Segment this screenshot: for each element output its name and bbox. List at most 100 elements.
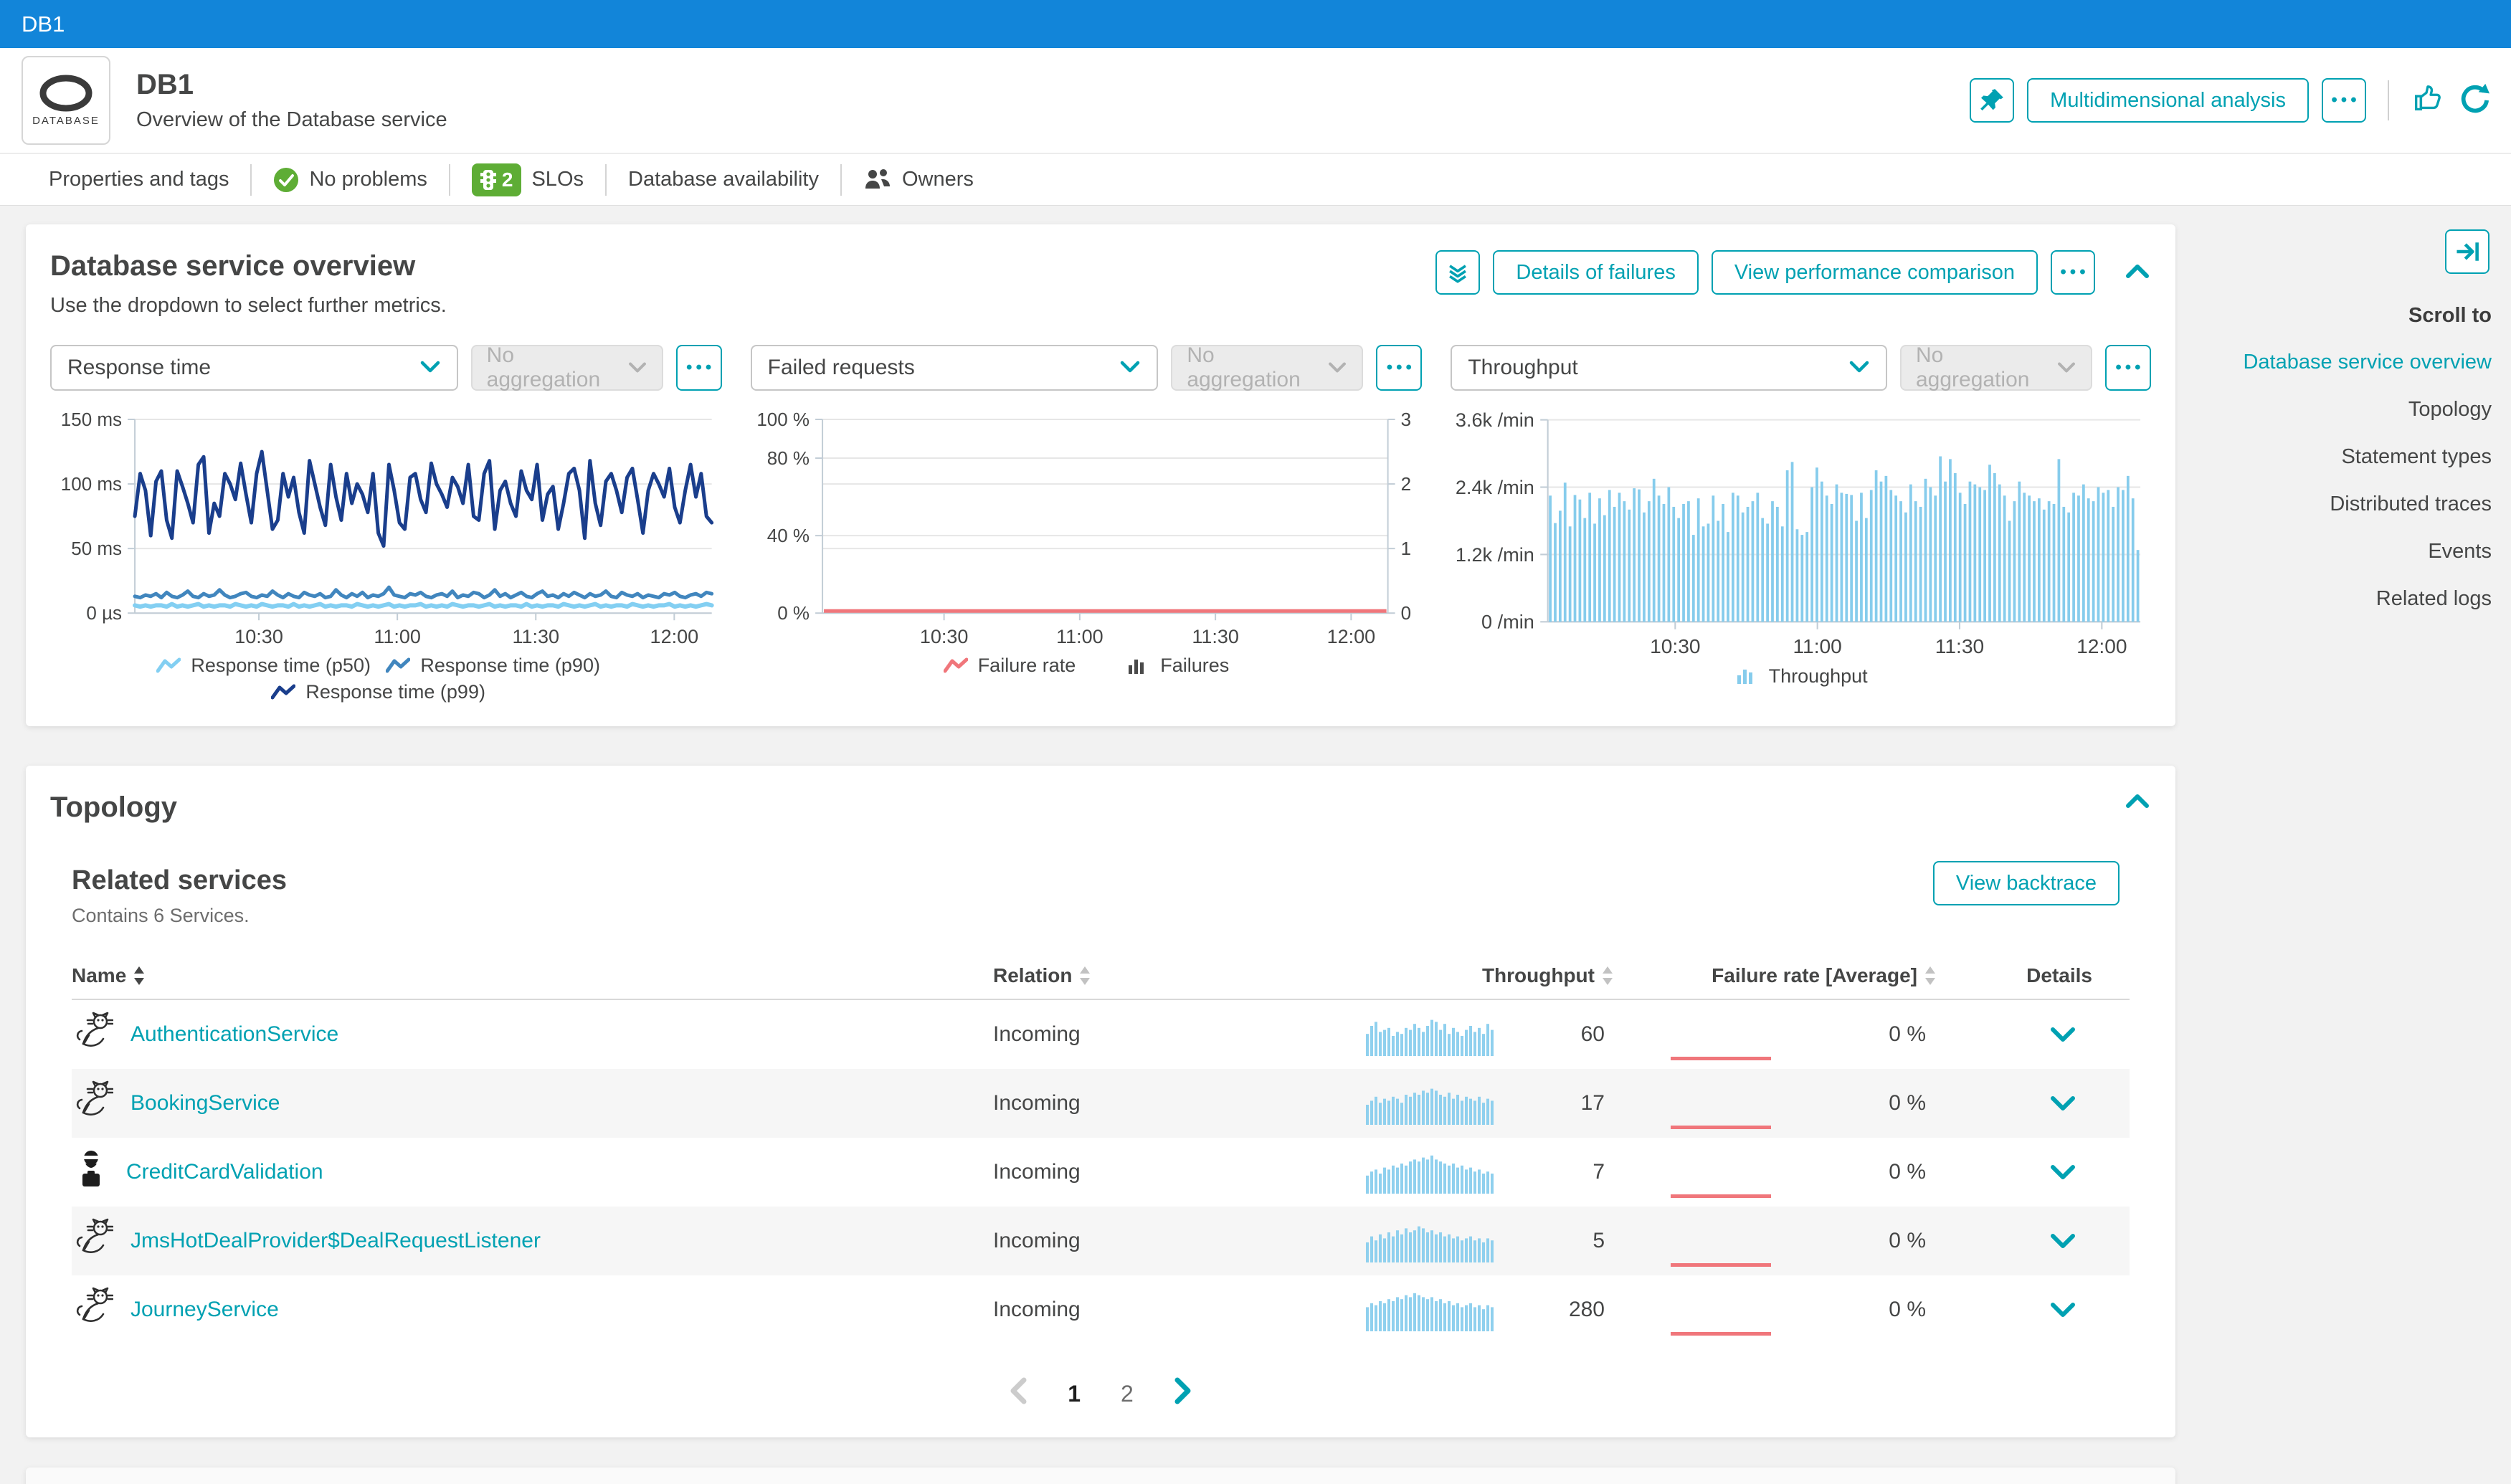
header-more-button[interactable]: ••• xyxy=(2322,78,2366,123)
legend-label: Failure rate xyxy=(977,655,1076,677)
aggregation-select-failed-requests: No aggregation xyxy=(1171,343,1364,391)
pin-button[interactable] xyxy=(1970,78,2015,123)
throughput-more-button[interactable]: ••• xyxy=(2104,345,2151,391)
service-name-link[interactable]: AuthenticationService xyxy=(130,1022,338,1047)
view-performance-comparison-button[interactable]: View performance comparison xyxy=(1711,250,2038,295)
details-of-failures-button[interactable]: Details of failures xyxy=(1493,250,1699,295)
collapse-sidenav-button[interactable] xyxy=(2445,229,2489,274)
service-name-cell: JmsHotDealProvider$DealRequestListener xyxy=(72,1218,993,1264)
tab-database-availability[interactable]: Database availability xyxy=(628,168,819,191)
throughput-legend: Throughput xyxy=(1451,665,2151,688)
table-row: JourneyService Incoming 280 0 % xyxy=(72,1275,2130,1344)
service-name-link[interactable]: BookingService xyxy=(130,1091,280,1116)
metric-select-response-time[interactable]: Response time xyxy=(50,345,458,391)
collapse-topology-button[interactable] xyxy=(2124,791,2151,814)
scroll-to-title: Scroll to xyxy=(2408,304,2492,327)
scroll-link-related-logs[interactable]: Related logs xyxy=(2224,587,2492,611)
svg-text:3: 3 xyxy=(1400,409,1410,430)
metric-select-value: Failed requests xyxy=(767,356,915,379)
service-name-link[interactable]: JmsHotDealProvider$DealRequestListener xyxy=(130,1229,541,1253)
service-icon xyxy=(73,1218,114,1264)
scroll-link-database-service-overview[interactable]: Database service overview xyxy=(2224,351,2492,374)
failed-requests-chart[interactable]: 100 % 80 % 40 % 0 % 3 2 1 0 10:30 11:00 11:30 12:00 xyxy=(751,409,1423,650)
metric-select-failed-requests[interactable]: Failed requests xyxy=(750,345,1159,391)
svg-text:100 ms: 100 ms xyxy=(61,473,122,495)
details-expand-button[interactable] xyxy=(1936,1095,2130,1111)
chevron-down-icon xyxy=(628,362,646,373)
like-button[interactable] xyxy=(2411,82,2444,119)
throughput-sparkline xyxy=(1366,1219,1502,1262)
service-name-link[interactable]: JourneyService xyxy=(130,1298,279,1322)
details-expand-button[interactable] xyxy=(1936,1027,2130,1042)
database-service-overview-card: Database service overview Use the dropdo… xyxy=(26,224,2175,726)
tab-properties-and-tags[interactable]: Properties and tags xyxy=(49,168,229,191)
legend-item[interactable]: Failures xyxy=(1126,655,1229,677)
tab-divider xyxy=(448,163,450,196)
legend-item[interactable]: Throughput xyxy=(1734,665,1868,688)
metric-select-value: Throughput xyxy=(1468,356,1578,379)
legend-item[interactable]: Response time (p50) xyxy=(156,655,386,677)
svg-text:2.4k /min: 2.4k /min xyxy=(1456,476,1534,498)
response-time-chart-column: Response time No aggregation ••• 150 ms 1… xyxy=(50,343,751,703)
svg-text:100 %: 100 % xyxy=(756,409,810,430)
pagination-page-2[interactable]: 2 xyxy=(1121,1381,1134,1407)
failed-requests-more-button[interactable]: ••• xyxy=(1376,345,1423,391)
column-header-relation[interactable]: Relation xyxy=(993,964,1366,987)
scroll-link-events[interactable]: Events xyxy=(2224,540,2492,563)
column-header-details: Details xyxy=(2026,964,2092,986)
response-time-chart[interactable]: 150 ms 100 ms 50 ms 0 µs 10:30 11:00 11:30 12:0… xyxy=(50,409,722,650)
pagination-next-button[interactable] xyxy=(1174,1377,1192,1410)
refresh-button[interactable] xyxy=(2457,82,2489,119)
failed-requests-legend: Failure rate Failures xyxy=(751,655,1423,677)
table-header-row: Name Relation Throughput Failure rate [A… xyxy=(72,953,2130,1000)
legend-line-icon xyxy=(943,657,968,673)
tab-problems[interactable]: No problems xyxy=(273,167,427,193)
aggregation-select-value: No aggregation xyxy=(1187,343,1301,391)
tab-label: Owners xyxy=(901,168,974,191)
collapse-overview-button[interactable] xyxy=(2124,262,2151,284)
layers-button[interactable] xyxy=(1435,250,1481,295)
view-backtrace-button[interactable]: View backtrace xyxy=(1932,861,2120,905)
legend-item[interactable]: Response time (p90) xyxy=(386,655,615,677)
metric-select-throughput[interactable]: Throughput xyxy=(1451,345,1887,391)
svg-text:12:00: 12:00 xyxy=(1326,626,1375,647)
failure-rate-cell: 0 % xyxy=(1613,1000,1936,1069)
pagination-prev-button[interactable] xyxy=(1009,1377,1027,1410)
header-divider xyxy=(2388,80,2389,120)
scroll-link-distributed-traces[interactable]: Distributed traces xyxy=(2224,493,2492,516)
failure-rate-sparkline xyxy=(1671,1126,1771,1129)
details-expand-button[interactable] xyxy=(1936,1233,2130,1249)
response-time-more-button[interactable]: ••• xyxy=(675,345,722,391)
column-header-name[interactable]: Name xyxy=(72,964,993,987)
svg-text:0 %: 0 % xyxy=(777,602,810,624)
multidimensional-analysis-button[interactable]: Multidimensional analysis xyxy=(2027,78,2309,123)
related-services-subtitle: Contains 6 Services. xyxy=(72,905,250,926)
column-header-failure-rate[interactable]: Failure rate [Average] xyxy=(1613,964,1936,987)
table-row: CreditCardValidation Incoming 7 0 % xyxy=(72,1138,2130,1207)
service-name-link[interactable]: CreditCardValidation xyxy=(126,1160,323,1184)
failed-requests-chart-column: Failed requests No aggregation ••• 100 %… xyxy=(750,343,1451,703)
pagination-page-1[interactable]: 1 xyxy=(1068,1381,1081,1407)
overview-more-button[interactable]: ••• xyxy=(2051,250,2095,295)
scroll-link-topology[interactable]: Topology xyxy=(2224,398,2492,422)
page-subtitle: Overview of the Database service xyxy=(136,108,447,131)
sort-arrows-icon xyxy=(1925,966,1935,985)
legend-bars-icon xyxy=(1129,659,1144,674)
legend-item[interactable]: Failure rate xyxy=(943,655,1076,677)
chevron-down-icon xyxy=(1121,361,1140,373)
ellipsis-icon: ••• xyxy=(686,358,716,377)
overview-card-subtitle: Use the dropdown to select further metri… xyxy=(50,294,447,317)
tab-owners[interactable]: Owners xyxy=(863,168,974,191)
details-expand-button[interactable] xyxy=(1936,1302,2130,1318)
chevron-down-icon xyxy=(2051,1027,2075,1042)
tomcat-icon xyxy=(76,1080,114,1116)
throughput-value: 17 xyxy=(1580,1091,1605,1115)
scroll-link-statement-types[interactable]: Statement types xyxy=(2224,445,2492,469)
failure-rate-cell: 0 % xyxy=(1613,1069,1936,1138)
throughput-value: 5 xyxy=(1592,1229,1605,1252)
legend-item[interactable]: Response time (p99) xyxy=(271,681,500,703)
throughput-chart[interactable]: 3.6k /min 2.4k /min 1.2k /min 0 /min 10:30 11… xyxy=(1451,409,2151,661)
column-header-throughput[interactable]: Throughput xyxy=(1366,964,1613,987)
tab-slos[interactable]: 2 SLOs xyxy=(471,163,584,196)
details-expand-button[interactable] xyxy=(1936,1164,2130,1180)
